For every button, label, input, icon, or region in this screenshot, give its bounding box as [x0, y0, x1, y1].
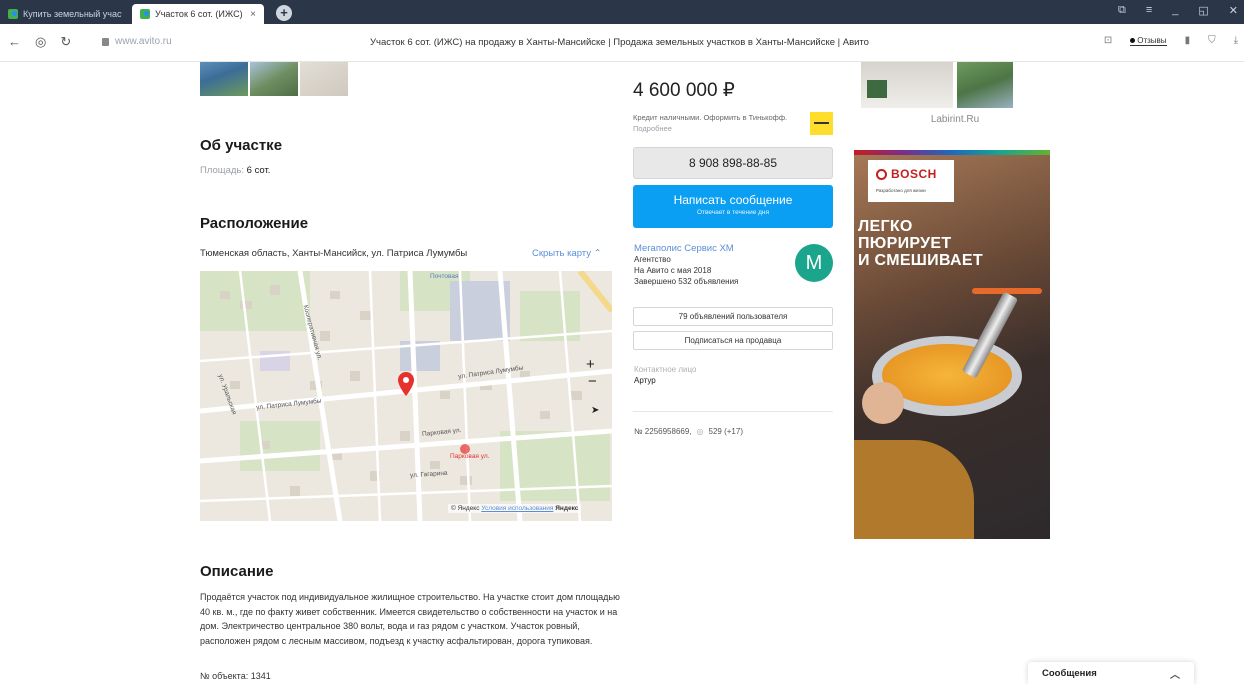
tabs-icon[interactable]: ⧉ [1118, 4, 1126, 17]
divider [633, 411, 833, 412]
about-heading: Об участке [200, 137, 283, 154]
url-field[interactable]: www.avito.ru [102, 36, 172, 47]
browser-tab[interactable]: Купить земельный участ... [0, 4, 130, 24]
price-value: 4 600 000 ₽ [633, 80, 735, 101]
zoom-out-button[interactable]: − [588, 373, 597, 390]
avito-favicon-icon [140, 9, 150, 19]
ad-id: № 2256958669, [634, 427, 692, 436]
reload-icon[interactable]: ↻ [60, 34, 71, 50]
download-icon[interactable]: ⤓ [1234, 35, 1238, 46]
photo-thumbnail[interactable] [200, 62, 248, 96]
area-value: 6 сот. [246, 165, 271, 176]
browser-tab-bar: Купить земельный участ... Участок 6 сот.… [0, 0, 1244, 24]
photo-thumbnail[interactable] [300, 62, 348, 96]
description-text: Продаётся участок под индивидуальное жил… [200, 592, 620, 646]
area-param: Площадь: 6 сот. [200, 165, 270, 176]
reviews-button[interactable]: Отзывы [1130, 36, 1167, 46]
map-terms-link[interactable]: Условия использования [481, 505, 553, 512]
area-key: Площадь: [200, 165, 244, 176]
back-icon[interactable]: ← [8, 34, 21, 50]
credit-offer: Кредит наличными. Оформить в Тинькофф. П… [633, 112, 798, 134]
ad-hand-image [862, 382, 904, 424]
seller-completed: Завершено 532 объявления [634, 277, 739, 286]
credit-text: Кредит наличными. Оформить в Тинькофф. [633, 113, 788, 122]
ad-image [861, 62, 953, 108]
browser-logo-icon[interactable]: ◎ [35, 34, 46, 50]
bosch-logo: BOSCH Разработано для жизни [868, 160, 954, 202]
close-window-icon[interactable]: ✕ [1229, 4, 1238, 17]
bookmark-icon[interactable]: ▮ [1185, 35, 1191, 46]
view-count: 529 (+17) [708, 427, 743, 436]
tab-label: Участок 6 сот. (ИЖС) н... [155, 9, 245, 19]
ad-arm-image [854, 440, 974, 539]
seller-avatar[interactable]: M [795, 244, 833, 282]
address-text: Тюменская область, Ханты-Мансийск, ул. П… [200, 248, 468, 259]
seller-since: На Авито с мая 2018 [634, 266, 712, 275]
ad-image [957, 62, 1013, 108]
address-bar-actions: ⊡ Отзывы ▮ ⛉ ⤓ [1104, 35, 1238, 46]
seller-name-link[interactable]: Мегаполис Сервис ХМ [634, 243, 738, 254]
minimize-icon[interactable]: _ [1172, 4, 1178, 17]
bosch-ad-banner[interactable]: BOSCH Разработано для жизни ЛЕГКО ПЮРИРУ… [854, 150, 1050, 539]
description-heading: Описание [200, 563, 274, 580]
maximize-icon[interactable]: ◱ [1198, 4, 1208, 17]
yandex-logo: Яндекс [555, 505, 579, 512]
chevron-up-icon[interactable]: ︿ [1170, 666, 1180, 681]
response-time: Отвечает в течение дня [696, 209, 770, 216]
tinkoff-logo[interactable] [810, 112, 833, 135]
ad-stats: № 2256958669, ◎ 529 (+17) [634, 427, 743, 436]
contact-person: Контактное лицо Артур [634, 364, 696, 386]
messages-widget[interactable]: Сообщения ︿ [1028, 662, 1194, 684]
window-controls: ⧉ ≡ _ ◱ ✕ [1118, 4, 1238, 17]
subscribe-seller-button[interactable]: Подписаться на продавца [633, 331, 833, 350]
seller-type: Агентство [634, 255, 671, 264]
map-poi-label: Парковая ул. [450, 453, 490, 460]
map-pin-icon[interactable] [398, 372, 414, 396]
lock-icon [102, 37, 109, 46]
object-number: № объекта: 1341 [200, 671, 271, 681]
close-tab-icon[interactable]: × [250, 9, 256, 20]
map-label: Почтовая [430, 273, 459, 280]
write-message-label: Написать сообщение [673, 193, 793, 207]
write-message-button[interactable]: Написать сообщение Отвечает в течение дн… [633, 185, 833, 228]
credit-more-link[interactable]: Подробнее [633, 124, 672, 133]
url-text: www.avito.ru [115, 36, 172, 47]
price: 4 600 000 ₽ [633, 79, 735, 102]
contact-key: Контактное лицо [634, 365, 697, 374]
photo-thumbnails [200, 62, 348, 96]
new-tab-button[interactable]: + [276, 5, 292, 21]
map-copyright: © Яндекс Условия использования Яндекс [448, 504, 582, 513]
user-ads-button[interactable]: 79 объявлений пользователя [633, 307, 833, 326]
geolocation-icon[interactable]: ➤ [591, 405, 599, 416]
location-heading: Расположение [200, 215, 309, 232]
zoom-in-button[interactable]: + [586, 356, 595, 373]
bosch-slogan: Разработано для жизни [876, 188, 926, 193]
nav-buttons: ← ◎ ↻ [8, 34, 71, 50]
show-phone-button[interactable]: 8 908 898-88-85 [633, 147, 833, 179]
protect-icon[interactable]: ⛉ [1208, 35, 1216, 46]
seller-info: Мегаполис Сервис ХМ Агентство На Авито с… [634, 243, 738, 287]
tab-label: Купить земельный участ... [23, 9, 122, 19]
eye-icon: ◎ [696, 427, 704, 436]
map[interactable]: Почтовая ул. Патриса Лумумбы ул. Патриса… [200, 271, 612, 521]
bosch-logo-icon [876, 169, 887, 180]
extension-icon[interactable]: ⊡ [1104, 35, 1112, 46]
browser-tab-active[interactable]: Участок 6 сот. (ИЖС) н... × [132, 4, 264, 24]
page-title: Участок 6 сот. (ИЖС) на продажу в Ханты-… [370, 37, 869, 48]
hide-map-link[interactable]: Скрыть карту ⌃ [532, 248, 602, 259]
contact-name: Артур [634, 376, 656, 385]
labirint-ad-banner[interactable] [861, 62, 1045, 108]
bosch-brand: BOSCH [891, 167, 937, 181]
ad-headline: ЛЕГКО ПЮРИРУЕТ И СМЕШИВАЕТ [858, 218, 983, 269]
map-canvas [200, 271, 612, 521]
photo-thumbnail[interactable] [250, 62, 298, 96]
ad-source-label[interactable]: Labirint.Ru [900, 114, 1010, 125]
ad-stripe [854, 150, 1050, 155]
address-bar: ← ◎ ↻ www.avito.ru Участок 6 сот. (ИЖС) … [0, 24, 1244, 62]
messages-label: Сообщения [1042, 668, 1097, 679]
menu-icon[interactable]: ≡ [1146, 4, 1152, 17]
avito-favicon-icon [8, 9, 18, 19]
